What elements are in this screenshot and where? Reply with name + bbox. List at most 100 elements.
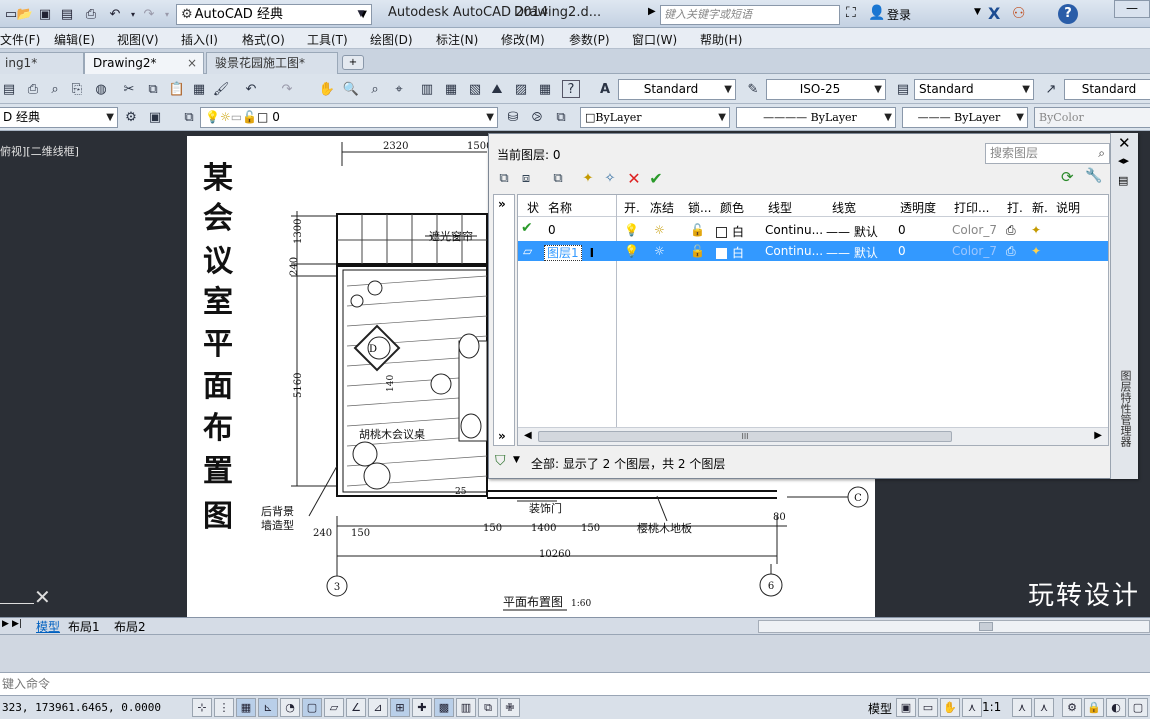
col-description[interactable]: 说明 — [1056, 199, 1080, 216]
layer-transparency[interactable]: 0 — [898, 244, 906, 258]
snap-mode-icon[interactable]: ⋮ — [214, 698, 234, 717]
layer-color-cell[interactable]: 白 — [716, 223, 744, 240]
undo-icon[interactable]: ↶ — [242, 80, 260, 98]
transparency-toggle-icon[interactable]: ▩ — [434, 698, 454, 717]
sun-icon[interactable]: ☼ — [654, 223, 665, 237]
col-on[interactable]: 开. — [624, 199, 640, 216]
layer-linetype[interactable]: Continu... — [765, 223, 823, 237]
new-layer-icon[interactable]: ✦ — [579, 169, 597, 187]
lightbulb-icon[interactable]: 💡 — [624, 223, 639, 237]
layer-select[interactable]: 💡☼▭🔓□ 0 ▼ — [200, 107, 498, 128]
scroll-thumb[interactable] — [979, 622, 993, 631]
object-snap-tracking-icon[interactable]: ∠ — [346, 698, 366, 717]
chevron-down-icon[interactable]: ▼ — [974, 7, 981, 17]
dynamic-ucs-icon[interactable]: ⊿ — [368, 698, 388, 717]
menu-draw[interactable]: 绘图(D) — [370, 31, 413, 48]
folder-open-icon[interactable]: 📂 — [16, 5, 34, 23]
redo-dropdown-icon[interactable]: ▾ — [158, 5, 176, 23]
filter-tree-pane[interactable]: » » — [493, 194, 515, 446]
refresh-icon[interactable]: ⟳ — [1061, 168, 1074, 186]
close-icon[interactable]: ✕ — [1118, 134, 1131, 152]
customize-toolbar-icon[interactable]: ▼ — [352, 5, 370, 23]
layer-states-manager-icon[interactable]: ⧉ — [549, 169, 567, 187]
layer-list-hscrollbar[interactable]: ◀ III ▶ — [518, 427, 1108, 445]
paste-icon[interactable]: 📋 — [168, 80, 186, 98]
col-new-vp-freeze[interactable]: 新. — [1032, 199, 1048, 216]
color-select[interactable]: □ByLayer ▼ — [580, 107, 730, 128]
lightbulb-icon[interactable]: 💡 — [624, 244, 639, 258]
match-properties-icon[interactable]: 🖌 — [212, 80, 230, 98]
user-icon[interactable]: 👤 — [868, 5, 885, 21]
new-vp-freeze-icon[interactable]: ✦ — [1031, 244, 1041, 258]
layer-search-input[interactable]: 搜索图层 ⌕ — [985, 143, 1110, 164]
print-icon[interactable]: ⎙ — [82, 5, 100, 23]
markup-icon[interactable]: ▨ — [512, 80, 530, 98]
new-property-filter-icon[interactable]: ⧉ — [495, 169, 513, 187]
col-plot[interactable]: 打. — [1007, 199, 1023, 216]
save-icon[interactable]: ▣ — [36, 5, 54, 23]
layer-row-1[interactable]: ▱ 图层1 I 💡 ☼ 🔓 白 Continu... —— 默认 0 Color_… — [518, 241, 1108, 261]
new-group-filter-icon[interactable]: ⧈ — [517, 169, 535, 187]
workspace-select[interactable]: ⚙ AutoCAD 经典 ▼ — [176, 4, 372, 25]
tab-layout1[interactable]: 布局1 — [68, 618, 100, 635]
binoculars-icon[interactable]: ⛶ — [846, 5, 856, 21]
ortho-mode-icon[interactable]: ⊾ — [258, 698, 278, 717]
layer-properties-icon[interactable]: ⧉ — [180, 108, 198, 126]
menu-insert[interactable]: 插入(I) — [181, 31, 218, 48]
auto-hide-icon[interactable]: ◂▸ — [1118, 154, 1129, 167]
menu-help[interactable]: 帮助(H) — [700, 31, 742, 48]
3d-dwf-icon[interactable]: ◍ — [92, 80, 110, 98]
dimension-style-icon[interactable]: ✎ — [744, 80, 762, 98]
publish-icon[interactable]: ⎘ — [68, 80, 86, 98]
expand-arrow-icon[interactable]: ▶ — [648, 6, 656, 17]
zoom-previous-icon[interactable]: ⌖ — [390, 80, 408, 98]
col-name[interactable]: 名称 — [548, 199, 572, 216]
dynamic-input-icon[interactable]: ⊞ — [390, 698, 410, 717]
scroll-right-icon[interactable]: ▶ — [1094, 430, 1102, 441]
wrench-icon[interactable]: 🔧 — [1085, 168, 1102, 184]
print-preview-icon[interactable]: ⌕ — [46, 80, 64, 98]
command-line-input[interactable]: 键入命令 — [0, 672, 1150, 696]
layer-states-icon[interactable]: ⧉ — [552, 108, 570, 126]
layer-row-0[interactable]: ✔ 0 💡 ☼ 🔓 白 Continu... —— 默认 0 Color_7 ⎙… — [518, 220, 1108, 240]
col-linetype[interactable]: 线型 — [768, 199, 792, 216]
quick-properties-icon[interactable]: ▥ — [456, 698, 476, 717]
save-icon[interactable]: ▤ — [0, 80, 18, 98]
col-plot-style[interactable]: 打印... — [954, 199, 989, 216]
quick-view-layouts-icon[interactable]: ▣ — [896, 698, 916, 717]
menu-view[interactable]: 视图(V) — [117, 31, 159, 48]
exchange-apps-icon[interactable]: X — [988, 4, 1000, 23]
make-current-icon[interactable]: ⛁ — [504, 108, 522, 126]
text-style-select[interactable]: Standard ▼ — [618, 79, 736, 100]
help-icon[interactable]: ? — [1058, 4, 1078, 24]
printer-icon[interactable]: ⎙ — [1006, 244, 1016, 259]
multileader-style-icon[interactable]: ↗ — [1042, 80, 1060, 98]
menu-modify[interactable]: 修改(M) — [501, 31, 545, 48]
minimize-button[interactable]: — — [1114, 0, 1150, 18]
model-space-label[interactable]: 模型 — [868, 700, 892, 717]
copy-icon[interactable]: ⧉ — [144, 80, 162, 98]
col-status[interactable]: 状 — [527, 199, 539, 216]
last-layout-icon[interactable]: ▶| — [12, 619, 22, 629]
layer-name-edit[interactable]: 图层1 I — [544, 244, 594, 261]
layer-lineweight[interactable]: —— 默认 — [826, 223, 878, 240]
new-layer-vp-frozen-icon[interactable]: ✧ — [601, 169, 619, 187]
quickcalc-icon[interactable]: ▦ — [536, 80, 554, 98]
collapse-filter-icon[interactable]: » — [498, 429, 506, 443]
dimension-style-select[interactable]: ISO-25 ▼ — [766, 79, 886, 100]
menu-edit[interactable]: 编辑(E) — [54, 31, 95, 48]
object-snap-icon[interactable]: ▢ — [302, 698, 322, 717]
text-style-icon[interactable]: A — [596, 80, 614, 98]
workspace-dropdown[interactable]: D 经典 ▼ — [0, 107, 118, 128]
cut-icon[interactable]: ✂ — [120, 80, 138, 98]
cursor-coordinates[interactable]: 323, 173961.6465, 0.0000 — [2, 701, 161, 714]
menu-tools[interactable]: 工具(T) — [307, 31, 348, 48]
palette-properties-icon[interactable]: ▤ — [1118, 174, 1128, 187]
new-vp-freeze-icon[interactable]: ✦ — [1031, 223, 1041, 237]
auto-scale-icon[interactable]: ⋏ — [1034, 698, 1054, 717]
annotation-scale-icon[interactable]: ⋏ — [962, 698, 982, 717]
clean-screen-icon[interactable]: ▢ — [1128, 698, 1148, 717]
printer-icon[interactable]: ⎙ — [1006, 223, 1016, 238]
expand-filter-icon[interactable]: » — [498, 197, 506, 211]
menu-dimension[interactable]: 标注(N) — [436, 31, 478, 48]
